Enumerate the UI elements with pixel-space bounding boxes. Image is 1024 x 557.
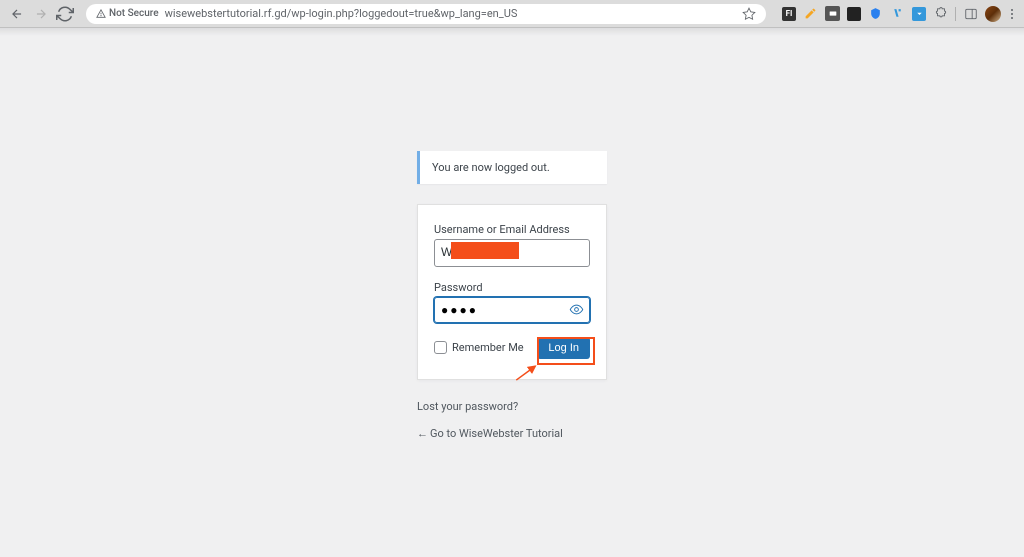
browser-toolbar: Not Secure wisewebstertutorial.rf.gd/wp-… [0,0,1024,28]
lost-password-link[interactable]: Lost your password? [417,400,518,413]
toolbar-divider [955,7,956,21]
extension-icon-down[interactable] [912,7,926,21]
extension-icon-shield[interactable] [868,6,883,21]
address-bar[interactable]: Not Secure wisewebstertutorial.rf.gd/wp-… [86,4,766,24]
bookmark-star-icon[interactable] [742,7,756,21]
extension-icon-dark[interactable] [847,7,861,21]
toolbar-shadow [0,28,1024,36]
back-arrow-icon: ← [417,427,428,440]
back-button[interactable] [8,5,26,23]
password-label: Password [434,281,590,294]
login-button[interactable]: Log In [537,337,590,359]
extension-icon-screen[interactable] [825,6,840,21]
extension-icon-blue1[interactable] [890,6,905,21]
logout-message-text: You are now logged out. [432,161,550,174]
show-password-icon[interactable] [567,301,585,319]
username-label: Username or Email Address [434,223,590,236]
back-to-site-label: Go to WiseWebster Tutorial [430,427,563,440]
annotation-arrow-icon [513,361,543,383]
page-body: You are now logged out. Username or Emai… [0,36,1024,557]
url-text: wisewebstertutorial.rf.gd/wp-login.php?l… [165,7,518,20]
menu-button[interactable] [1008,9,1016,19]
profile-avatar[interactable] [985,6,1001,22]
panel-icon[interactable] [963,6,978,21]
nav-links: Lost your password? ←Go to WiseWebster T… [417,400,607,454]
back-to-site-link[interactable]: ←Go to WiseWebster Tutorial [417,427,563,440]
extension-icons: FI [782,6,1016,22]
extension-icon-1[interactable]: FI [782,7,796,21]
reload-button[interactable] [56,5,74,23]
login-form: Username or Email Address Password Remem… [417,204,607,380]
puzzle-icon[interactable] [933,6,948,21]
logout-message: You are now logged out. [417,151,607,184]
not-secure-label: Not Secure [109,8,159,19]
remember-label: Remember Me [452,341,524,354]
remember-checkbox[interactable] [434,341,447,354]
redaction-overlay [451,242,519,259]
not-secure-badge: Not Secure [96,8,159,19]
password-input[interactable] [435,298,589,322]
extension-icon-pencil[interactable] [803,6,818,21]
forward-button[interactable] [32,5,50,23]
